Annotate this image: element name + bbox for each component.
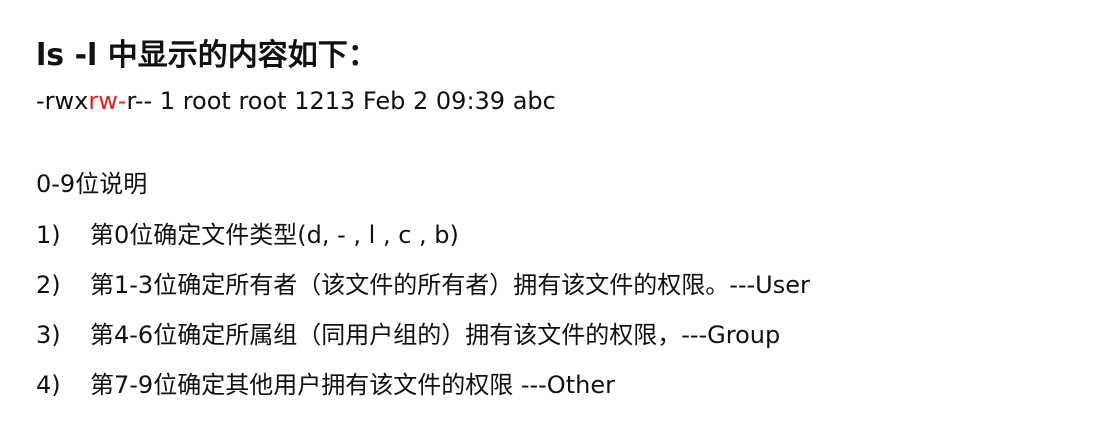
list-item-number: 4) (36, 371, 61, 399)
list-item-text: 第4-6位确定所属组（同用户组的）拥有该文件的权限，---Group (90, 321, 781, 349)
list-item-number: 3) (36, 321, 61, 349)
explanation-list: 1) 第0位确定文件类型(d, - , l , c , b) 2) 第1-3位确… (36, 218, 810, 418)
group-permission-highlight: rw- (88, 87, 127, 115)
heading: ls -l 中显示的内容如下： (36, 38, 378, 73)
ls-output-line: -rwxrw-r-- 1 root root 1213 Feb 2 09:39 … (36, 86, 556, 116)
list-item-text: 第0位确定文件类型(d, - , l , c , b) (90, 221, 459, 249)
list-item-number: 1) (36, 221, 61, 249)
list-item: 2) 第1-3位确定所有者（该文件的所有者）拥有该文件的权限。---User (36, 268, 810, 318)
list-item: 4) 第7-9位确定其他用户拥有该文件的权限 ---Other (36, 368, 810, 418)
list-item-text: 第7-9位确定其他用户拥有该文件的权限 ---Other (90, 371, 615, 399)
document-page: ls -l 中显示的内容如下： -rwxrw-r-- 1 root root 1… (36, 0, 1096, 436)
list-item-number: 2) (36, 271, 61, 299)
section-title: 0-9位说明 (36, 170, 148, 198)
list-item: 3) 第4-6位确定所属组（同用户组的）拥有该文件的权限，---Group (36, 318, 810, 368)
list-item: 1) 第0位确定文件类型(d, - , l , c , b) (36, 218, 810, 268)
permission-suffix: r-- 1 root root 1213 Feb 2 09:39 abc (126, 87, 556, 115)
permission-prefix: -rwx (36, 87, 89, 115)
list-item-text: 第1-3位确定所有者（该文件的所有者）拥有该文件的权限。---User (90, 271, 810, 299)
